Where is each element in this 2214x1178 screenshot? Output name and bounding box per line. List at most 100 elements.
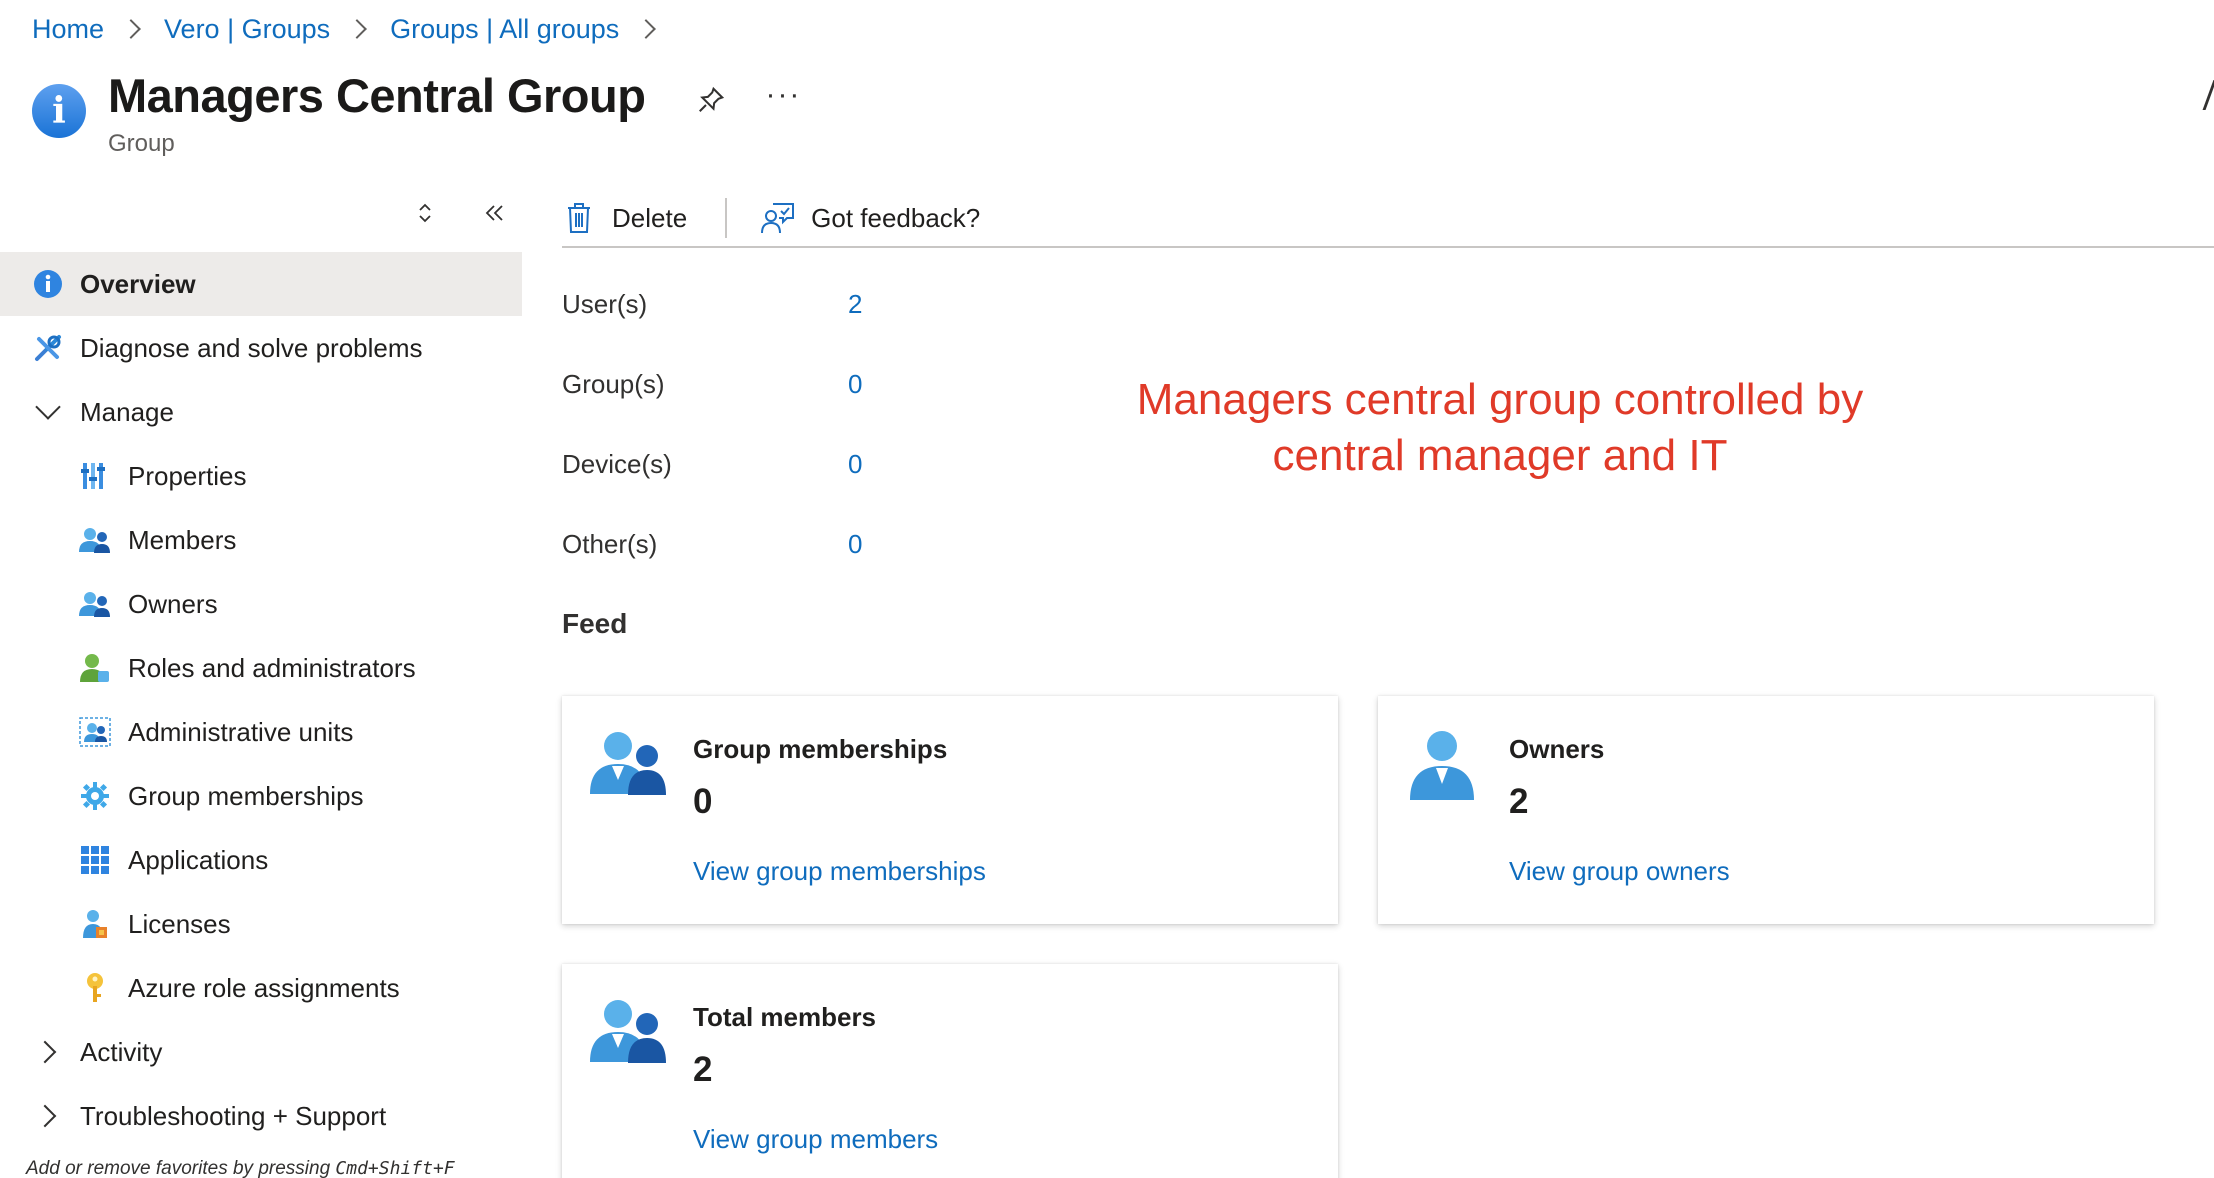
sidebar-item-label: Licenses	[128, 908, 231, 939]
annotation-line-1: Managers central group controlled by	[1136, 375, 1864, 424]
sidebar-item-properties[interactable]: Properties	[0, 444, 522, 508]
sidebar-item-label: Owners	[128, 588, 218, 619]
trash-icon	[562, 201, 596, 235]
feedback-label: Got feedback?	[811, 202, 981, 233]
sidebar-item-label: Administrative units	[128, 716, 354, 747]
essentials: User(s) 2 Group(s) 0 Device(s) 0 Other(s…	[562, 264, 862, 584]
chevron-right-icon	[32, 1036, 64, 1068]
sidebar-item-administrative-units[interactable]: Administrative units	[0, 700, 522, 764]
sidebar-item-label: Activity	[80, 1036, 163, 1067]
command-divider	[725, 198, 728, 238]
sidebar-item-label: Roles and administrators	[128, 652, 416, 683]
sidebar-item-roles-and-administrators[interactable]: Roles and administrators	[0, 636, 522, 700]
stat-label: Group(s)	[562, 368, 665, 399]
users-icon	[79, 524, 111, 556]
stat-users: User(s) 2	[562, 264, 862, 344]
expand-collapse-icon[interactable]	[410, 198, 440, 228]
user-icon	[1406, 730, 1482, 800]
sidebar-item-troubleshooting-support[interactable]: Troubleshooting + Support	[0, 1084, 522, 1148]
stat-devices: Device(s) 0	[562, 424, 862, 504]
feedback-button[interactable]: Got feedback?	[761, 201, 980, 235]
card-group-memberships: Group memberships 0 View group membershi…	[562, 696, 1338, 924]
chevron-right-icon	[636, 19, 657, 39]
feedback-icon	[761, 201, 795, 235]
command-bar: Delete Got feedback?	[562, 190, 2214, 248]
sidebar-item-members[interactable]: Members	[0, 508, 522, 572]
sidebar-item-diagnose[interactable]: Diagnose and solve problems	[0, 316, 522, 380]
sidebar-item-label: Overview	[80, 268, 196, 299]
card-total-members: Total members 2 View group members	[562, 964, 1338, 1178]
breadcrumb: Home Vero | Groups Groups | All groups	[32, 12, 679, 46]
page-subtitle: Group	[108, 130, 175, 157]
license-icon	[79, 908, 111, 940]
sidebar-item-applications[interactable]: Applications	[0, 828, 522, 892]
stat-value-link[interactable]: 0	[848, 369, 862, 400]
sidebar-item-overview[interactable]: Overview	[0, 252, 522, 316]
more-options-icon[interactable]: ···	[765, 80, 801, 110]
view-group-members-link[interactable]: View group members	[693, 1124, 938, 1155]
page-title: Managers Central Group	[108, 69, 646, 122]
card-title: Group memberships	[693, 734, 948, 764]
card-title: Total members	[693, 1002, 877, 1032]
breadcrumb-home[interactable]: Home	[32, 14, 104, 45]
collapse-sidebar-icon[interactable]	[480, 198, 510, 228]
sidebar-tools	[410, 198, 510, 228]
sidebar-item-group-memberships[interactable]: Group memberships	[0, 764, 522, 828]
gear-icon	[79, 780, 111, 812]
view-group-owners-link[interactable]: View group owners	[1509, 856, 1730, 887]
stat-label: User(s)	[562, 288, 648, 319]
sidebar-item-label: Troubleshooting + Support	[80, 1100, 387, 1131]
card-title: Owners	[1509, 734, 1605, 764]
delete-label: Delete	[612, 202, 688, 233]
favorites-hint-keys: Cmd+Shift+F	[335, 1158, 455, 1178]
stat-value-link[interactable]: 2	[848, 289, 862, 320]
info-icon: i	[32, 84, 86, 138]
users-icon	[590, 730, 666, 800]
close-icon[interactable]	[2202, 80, 2214, 110]
card-value: 2	[693, 1050, 713, 1089]
sidebar: Overview Diagnose and solve problems Man…	[0, 190, 522, 1178]
user-role-icon	[79, 652, 111, 684]
users-icon	[590, 998, 666, 1068]
stat-value-link[interactable]: 0	[848, 449, 862, 480]
admin-units-icon	[79, 716, 111, 748]
chevron-right-icon	[347, 19, 368, 39]
breadcrumb-vero-groups[interactable]: Vero | Groups	[164, 14, 330, 45]
users-icon	[79, 588, 111, 620]
sidebar-item-azure-role-assignments[interactable]: Azure role assignments	[0, 956, 522, 1020]
grid-icon	[79, 844, 111, 876]
page-header: i Managers Central Group Group ···	[32, 66, 801, 158]
stat-value-link[interactable]: 0	[848, 529, 862, 560]
sidebar-item-activity[interactable]: Activity	[0, 1020, 522, 1084]
sidebar-item-licenses[interactable]: Licenses	[0, 892, 522, 956]
stat-groups: Group(s) 0	[562, 344, 862, 424]
sidebar-item-label: Members	[128, 524, 237, 555]
annotation-text: Managers central group controlled by cen…	[1080, 372, 1920, 484]
delete-button[interactable]: Delete	[562, 201, 687, 235]
chevron-down-icon	[32, 394, 64, 428]
sidebar-item-manage[interactable]: Manage	[0, 380, 522, 444]
favorites-hint-text: Add or remove favorites by pressing	[26, 1158, 336, 1178]
chevron-right-icon	[121, 19, 141, 39]
favorites-hint: Add or remove favorites by pressing Cmd+…	[26, 1158, 455, 1178]
breadcrumb-all-groups[interactable]: Groups | All groups	[390, 14, 619, 45]
sidebar-item-label: Azure role assignments	[128, 972, 400, 1003]
stat-others: Other(s) 0	[562, 504, 862, 584]
chevron-right-icon	[32, 1100, 64, 1132]
card-value: 0	[693, 782, 713, 821]
header-actions: ···	[691, 80, 801, 120]
card-owners: Owners 2 View group owners	[1378, 696, 2154, 924]
sidebar-item-owners[interactable]: Owners	[0, 572, 522, 636]
key-icon	[79, 972, 111, 1004]
info-icon	[32, 268, 64, 300]
wrench-icon	[32, 332, 64, 364]
view-group-memberships-link[interactable]: View group memberships	[693, 856, 986, 887]
properties-icon	[79, 460, 111, 492]
sidebar-item-label: Applications	[128, 844, 269, 875]
annotation-line-2: central manager and IT	[1272, 431, 1728, 480]
sidebar-item-label: Diagnose and solve problems	[80, 332, 423, 363]
pin-icon[interactable]	[691, 80, 731, 120]
sidebar-item-label: Manage	[80, 396, 174, 427]
stat-label: Device(s)	[562, 448, 672, 479]
sidebar-item-label: Group memberships	[128, 780, 364, 811]
